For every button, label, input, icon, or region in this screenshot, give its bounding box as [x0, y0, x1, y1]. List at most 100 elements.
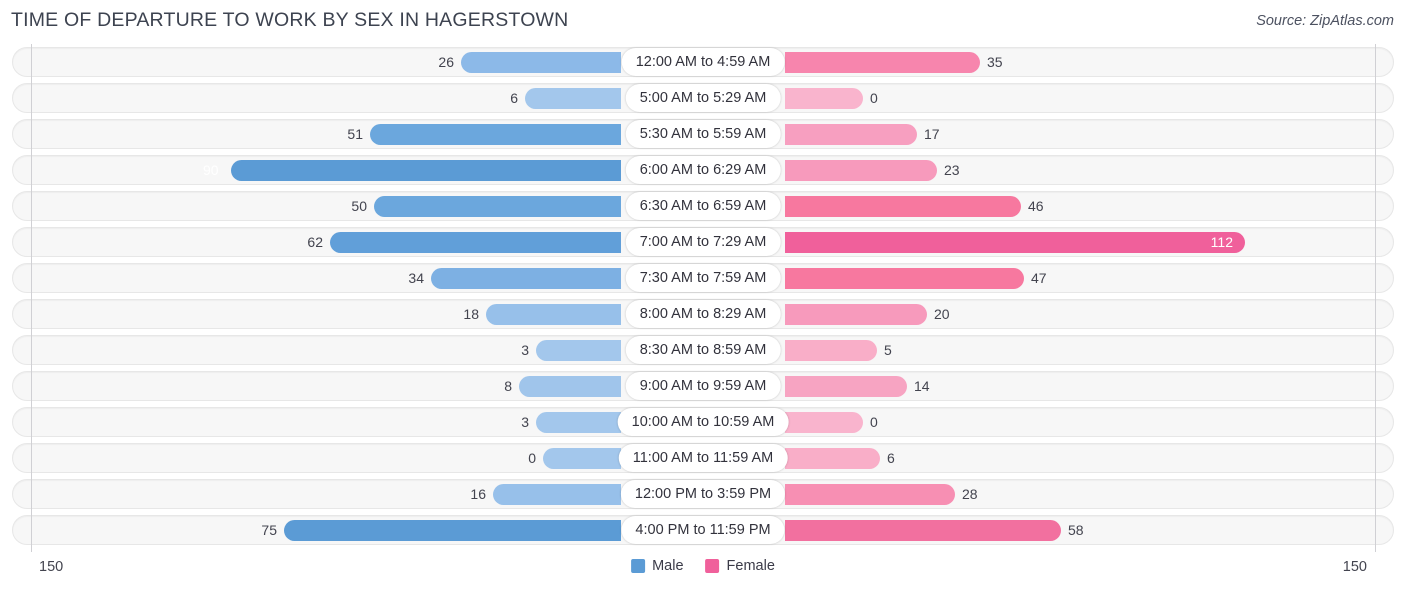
- female-bar[interactable]: [785, 304, 927, 325]
- page-title: TIME OF DEPARTURE TO WORK BY SEX IN HAGE…: [11, 9, 569, 31]
- male-bar[interactable]: [370, 124, 621, 145]
- bar-row: 51 17 5:30 AM to 5:59 AM: [0, 116, 1406, 152]
- female-value-label: 46: [1028, 198, 1044, 214]
- female-bar[interactable]: [785, 124, 917, 145]
- chart-header: TIME OF DEPARTURE TO WORK BY SEX IN HAGE…: [0, 0, 1406, 44]
- bar-row: 34 47 7:30 AM to 7:59 AM: [0, 260, 1406, 296]
- female-value-label: 0: [870, 414, 878, 430]
- chart-footer: 150 Male Female 150: [0, 549, 1406, 594]
- bar-row: 26 35 12:00 AM to 4:59 AM: [0, 44, 1406, 80]
- female-value-label: 47: [1031, 270, 1047, 286]
- bar-row: 3 0 10:00 AM to 10:59 AM: [0, 404, 1406, 440]
- female-value-label: 112: [1210, 234, 1233, 250]
- female-value-label: 6: [887, 450, 895, 466]
- category-label: 11:00 AM to 11:59 AM: [618, 444, 788, 472]
- male-value-label: 3: [521, 414, 529, 430]
- female-bar[interactable]: [785, 160, 937, 181]
- male-bar[interactable]: [486, 304, 621, 325]
- male-bar[interactable]: [330, 232, 621, 253]
- male-bar[interactable]: [231, 160, 621, 181]
- female-value-label: 35: [987, 54, 1003, 70]
- category-label: 9:00 AM to 9:59 AM: [625, 372, 781, 400]
- female-bar[interactable]: [785, 376, 907, 397]
- legend-item-female[interactable]: Female: [705, 558, 775, 574]
- male-value-label: 51: [347, 126, 363, 142]
- male-bar[interactable]: [461, 52, 621, 73]
- female-bar[interactable]: [785, 88, 863, 109]
- male-value-label: 16: [470, 486, 486, 502]
- bar-row: 50 46 6:30 AM to 6:59 AM: [0, 188, 1406, 224]
- male-value-label: 62: [307, 234, 323, 250]
- bar-row: 62 112 7:00 AM to 7:29 AM: [0, 224, 1406, 260]
- male-bar[interactable]: [374, 196, 621, 217]
- category-label: 4:00 PM to 11:59 PM: [621, 516, 785, 544]
- bar-row: 8 14 9:00 AM to 9:59 AM: [0, 368, 1406, 404]
- male-value-label: 26: [438, 54, 454, 70]
- male-color-swatch: [631, 559, 646, 573]
- bar-rows: 26 35 12:00 AM to 4:59 AM 6 0 5:00 AM to 5:29…: [0, 44, 1406, 548]
- category-label: 5:00 AM to 5:29 AM: [625, 84, 781, 112]
- female-value-label: 20: [934, 306, 950, 322]
- axis-label-right: 150: [1342, 559, 1367, 575]
- female-bar[interactable]: [785, 484, 955, 505]
- female-bar[interactable]: [785, 412, 863, 433]
- male-value-label: 34: [408, 270, 424, 286]
- male-bar[interactable]: [543, 448, 621, 469]
- female-bar[interactable]: [785, 268, 1024, 289]
- male-value-label: 8: [504, 378, 512, 394]
- bar-row: 18 20 8:00 AM to 8:29 AM: [0, 296, 1406, 332]
- female-value-label: 0: [870, 90, 878, 106]
- category-label: 10:00 AM to 10:59 AM: [617, 408, 789, 436]
- female-bar[interactable]: [785, 448, 880, 469]
- female-color-swatch: [705, 559, 720, 573]
- category-label: 6:30 AM to 6:59 AM: [625, 192, 781, 220]
- male-bar[interactable]: [284, 520, 621, 541]
- male-bar[interactable]: [536, 340, 621, 361]
- male-bar[interactable]: [431, 268, 621, 289]
- bar-row: 75 58 4:00 PM to 11:59 PM: [0, 512, 1406, 548]
- female-value-label: 23: [944, 162, 960, 178]
- bar-row: 3 5 8:30 AM to 8:59 AM: [0, 332, 1406, 368]
- category-label: 7:00 AM to 7:29 AM: [625, 228, 781, 256]
- male-bar[interactable]: [536, 412, 621, 433]
- category-label: 8:30 AM to 8:59 AM: [625, 336, 781, 364]
- female-bar[interactable]: [785, 232, 1245, 253]
- male-value-label: 50: [351, 198, 367, 214]
- category-label: 8:00 AM to 8:29 AM: [625, 300, 781, 328]
- male-value-label: 0: [528, 450, 536, 466]
- male-value-label: 6: [510, 90, 518, 106]
- axis-line-left: [31, 44, 32, 552]
- legend-item-male[interactable]: Male: [631, 558, 684, 574]
- chart-legend: Male Female: [631, 558, 775, 574]
- category-label: 5:30 AM to 5:59 AM: [625, 120, 781, 148]
- category-label: 12:00 AM to 4:59 AM: [621, 48, 785, 76]
- axis-line-right: [1375, 44, 1376, 552]
- female-value-label: 58: [1068, 522, 1084, 538]
- female-value-label: 5: [884, 342, 892, 358]
- category-label: 12:00 PM to 3:59 PM: [620, 480, 786, 508]
- chart-plot-area: 26 35 12:00 AM to 4:59 AM 6 0 5:00 AM to 5:29…: [0, 44, 1406, 552]
- bar-row: 16 28 12:00 PM to 3:59 PM: [0, 476, 1406, 512]
- bar-row: 6 0 5:00 AM to 5:29 AM: [0, 80, 1406, 116]
- bar-row: 0 6 11:00 AM to 11:59 AM: [0, 440, 1406, 476]
- source-attribution: Source: ZipAtlas.com: [1256, 13, 1394, 29]
- male-bar[interactable]: [493, 484, 621, 505]
- male-value-label: 90: [203, 162, 219, 178]
- male-bar[interactable]: [519, 376, 621, 397]
- category-label: 7:30 AM to 7:59 AM: [625, 264, 781, 292]
- category-label: 6:00 AM to 6:29 AM: [625, 156, 781, 184]
- female-value-label: 17: [924, 126, 940, 142]
- male-bar[interactable]: [525, 88, 621, 109]
- female-bar[interactable]: [785, 52, 980, 73]
- male-value-label: 3: [521, 342, 529, 358]
- axis-label-left: 150: [39, 559, 64, 575]
- female-bar[interactable]: [785, 196, 1021, 217]
- female-bar[interactable]: [785, 340, 877, 361]
- male-value-label: 75: [261, 522, 277, 538]
- bar-row: 90 23 6:00 AM to 6:29 AM: [0, 152, 1406, 188]
- female-value-label: 14: [914, 378, 930, 394]
- female-bar[interactable]: [785, 520, 1061, 541]
- legend-label-male: Male: [652, 558, 684, 574]
- male-value-label: 18: [463, 306, 479, 322]
- female-value-label: 28: [962, 486, 978, 502]
